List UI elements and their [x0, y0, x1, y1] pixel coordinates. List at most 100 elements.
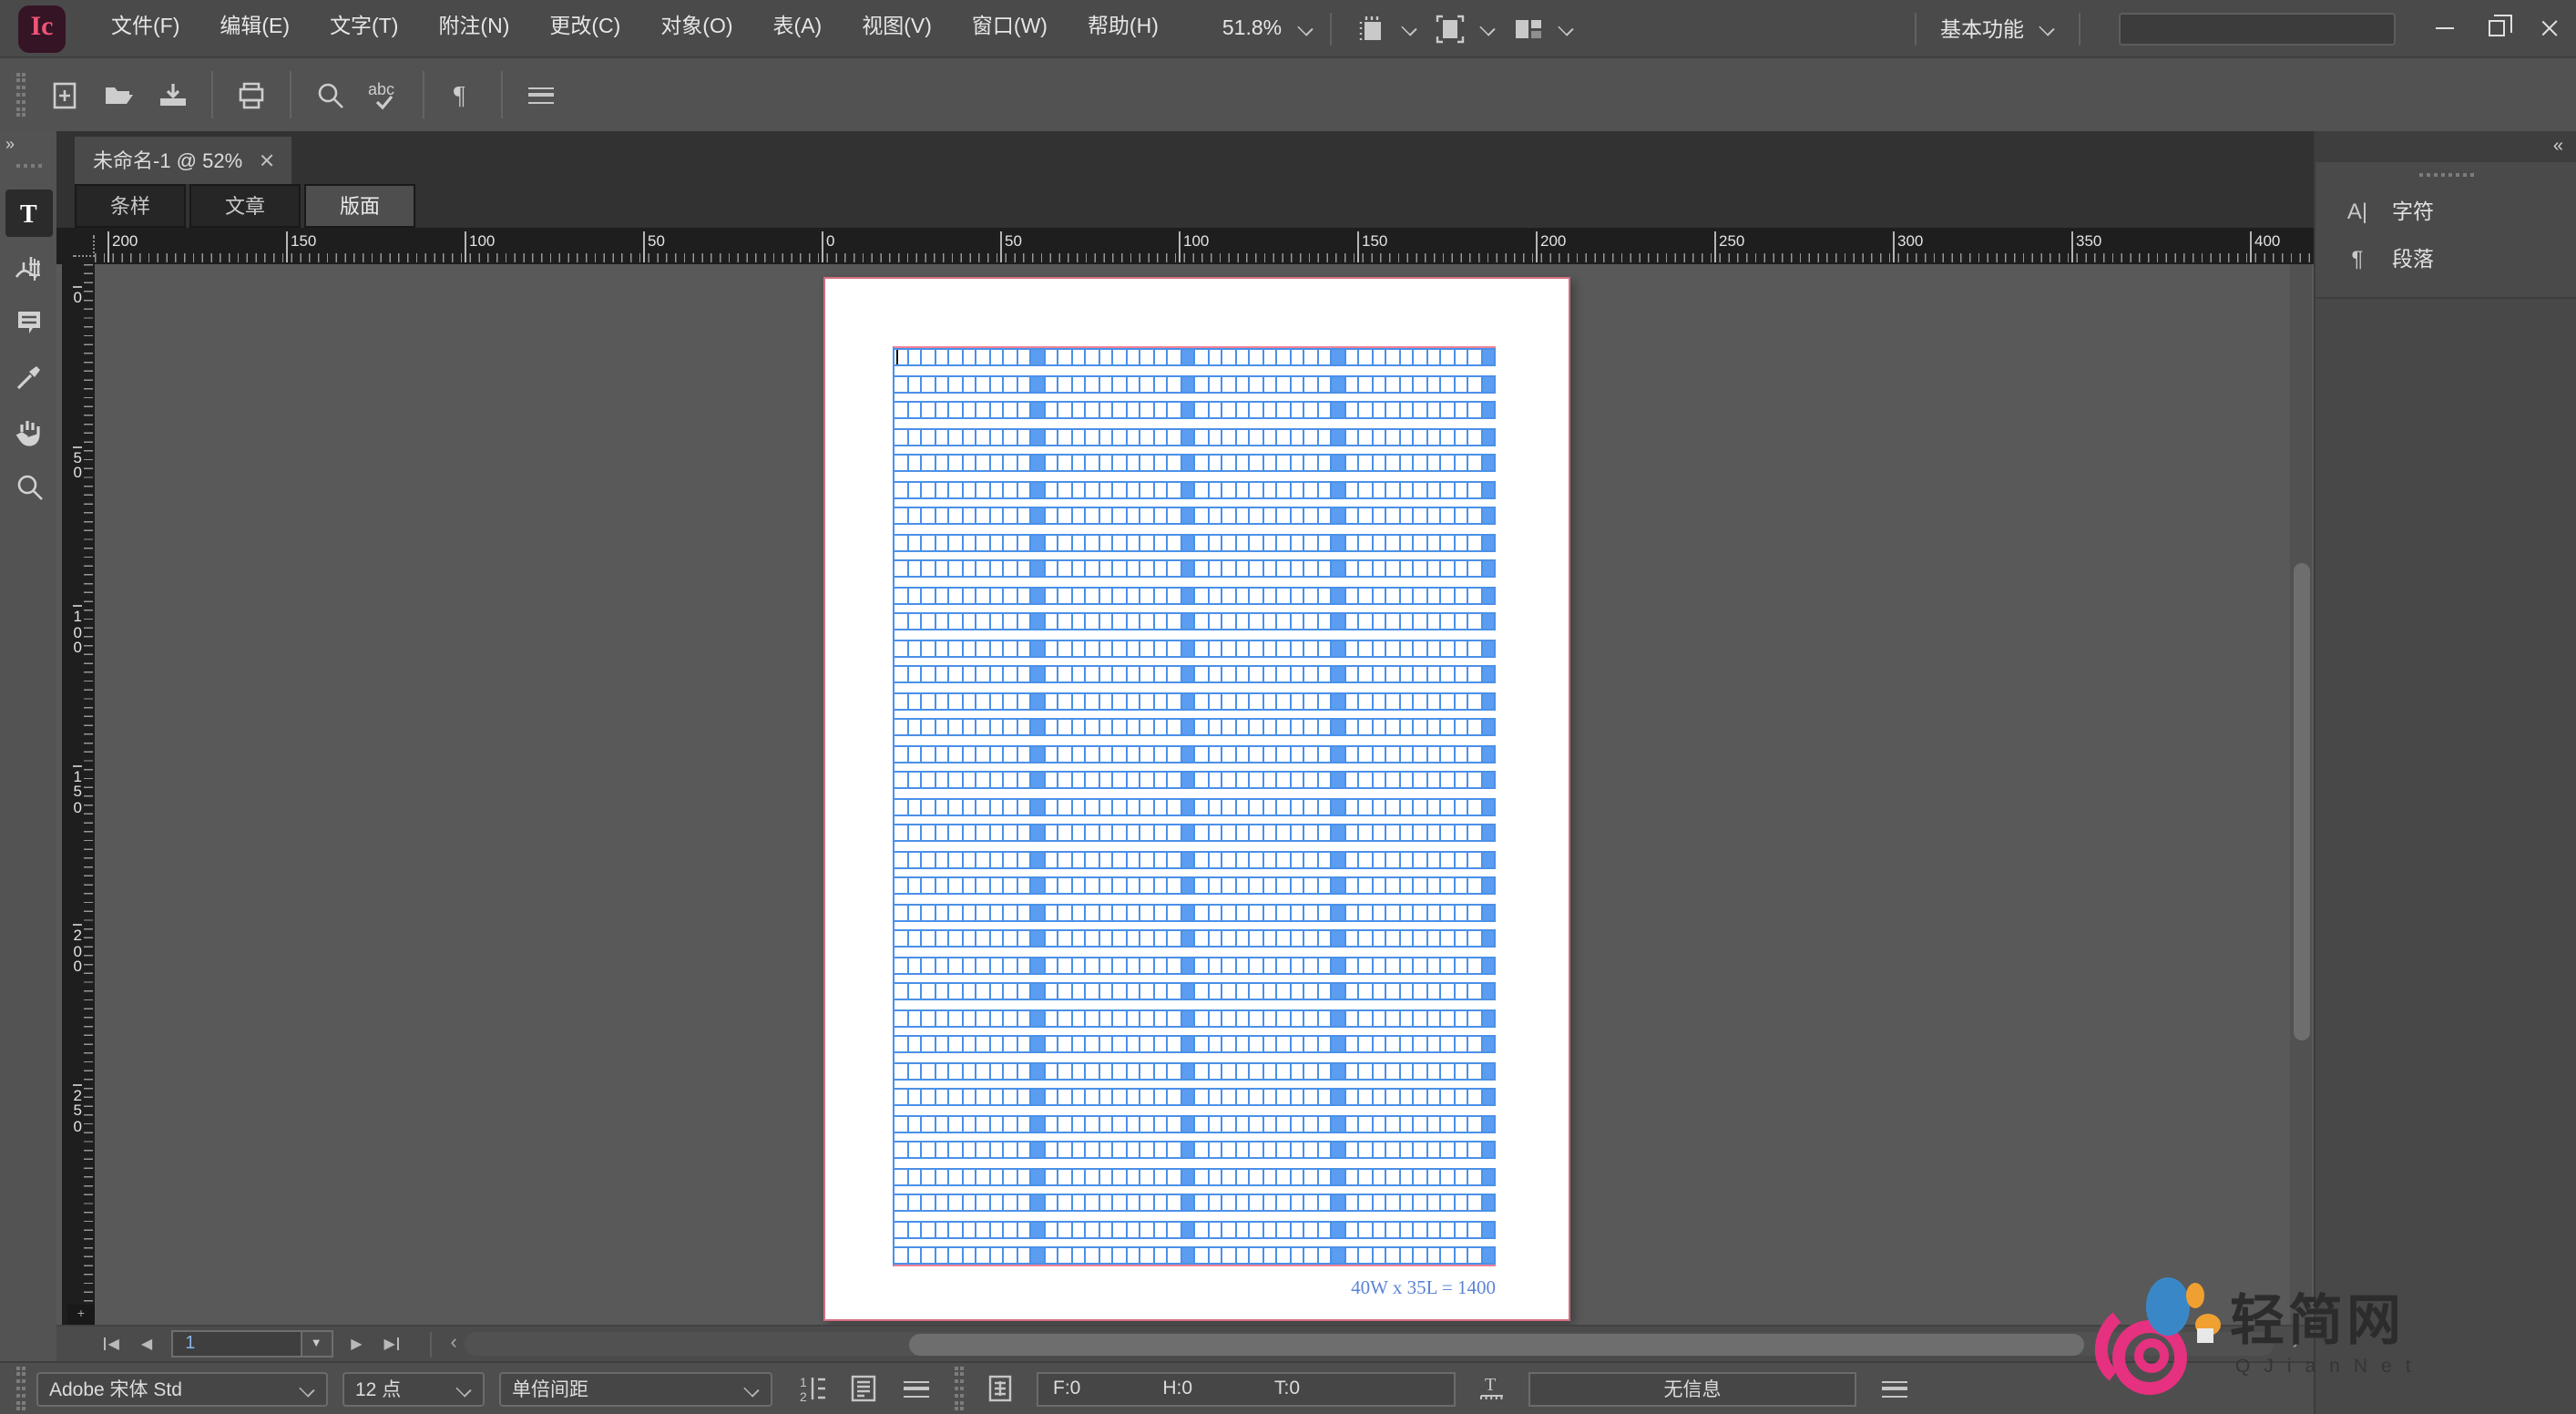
document-tab[interactable]: 未命名-1 @ 52% [75, 137, 292, 184]
view-tab-版面[interactable]: 版面 [304, 184, 415, 228]
grid-separator-cell [1332, 1220, 1345, 1238]
statusbar-menu-icon[interactable] [904, 1380, 929, 1397]
text-depth-button[interactable]: T [1470, 1368, 1514, 1409]
horizontal-scrollbar-thumb[interactable] [908, 1333, 2084, 1355]
grid-cell [1140, 692, 1154, 710]
search-button[interactable] [302, 69, 357, 120]
position-tool[interactable] [5, 244, 52, 292]
grid-separator-cell [1332, 692, 1345, 710]
restore-button[interactable] [2470, 0, 2523, 56]
scroll-left-icon[interactable]: ‹ [450, 1332, 456, 1356]
show-hidden-characters-button[interactable]: ¶ [435, 69, 490, 120]
print-button[interactable] [224, 69, 279, 120]
galley-settings-button[interactable] [842, 1368, 885, 1409]
paragraph-panel-button[interactable]: ¶ 段落 [2315, 235, 2576, 282]
workspace-switcher[interactable]: 基本功能 [1933, 14, 2062, 43]
next-page-button[interactable]: ▶ [340, 1336, 373, 1352]
grid-cell [1140, 824, 1154, 842]
grid-cell [1414, 876, 1427, 895]
tools-grip[interactable] [15, 164, 41, 171]
last-page-button[interactable]: ▶ [373, 1336, 413, 1352]
grid-cell [1318, 454, 1332, 472]
tab-close-icon[interactable] [259, 153, 273, 168]
grid-cell [1359, 1167, 1373, 1185]
menubar-menu-4[interactable]: 更改(C) [529, 0, 640, 56]
menubar-menu-1[interactable]: 编辑(E) [199, 0, 310, 56]
grid-cell [908, 1009, 922, 1027]
close-button[interactable] [2523, 0, 2576, 56]
count-panel-button[interactable] [978, 1368, 1022, 1409]
grid-cell [1045, 1167, 1058, 1185]
scroll-right-icon[interactable]: › [2293, 1332, 2299, 1356]
first-page-button[interactable]: ◀ [91, 1336, 130, 1352]
text-frame-button[interactable] [1435, 14, 1495, 43]
font-size-select[interactable]: 12 点 [342, 1371, 485, 1406]
open-folder-button[interactable] [91, 69, 146, 120]
collapse-panels-icon[interactable]: « [2553, 137, 2563, 157]
dock-grip[interactable] [2418, 173, 2473, 180]
zoom-level-value[interactable]: 51.8% [1222, 17, 1282, 39]
zoom-tool[interactable] [5, 463, 52, 510]
grid-cell [922, 1246, 935, 1265]
statusbar-grip[interactable] [16, 1367, 26, 1410]
vertical-scrollbar-thumb[interactable] [2293, 563, 2309, 1040]
menubar-menu-5[interactable]: 对象(O) [640, 0, 752, 56]
menubar-menu-8[interactable]: 窗口(W) [952, 0, 1068, 56]
leading-select[interactable]: 单倍间距 [499, 1371, 772, 1406]
grid-cell [1222, 744, 1236, 763]
view-tab-条样[interactable]: 条样 [75, 184, 186, 228]
hand-tool[interactable] [5, 408, 52, 456]
character-panel-button[interactable]: A| 字符 [2315, 188, 2576, 235]
zoom-chevron-icon[interactable] [1296, 20, 1313, 36]
grid-cell [1441, 639, 1455, 657]
grid-cell [1427, 1009, 1441, 1027]
tools-expand-button[interactable]: » [0, 131, 18, 153]
grid-cell [1373, 427, 1386, 446]
spellcheck-button[interactable]: abc [357, 69, 412, 120]
menubar-menu-2[interactable]: 文字(T) [310, 0, 418, 56]
horizontal-scrollbar[interactable] [464, 1332, 2274, 1356]
menubar-menu-9[interactable]: 帮助(H) [1068, 0, 1179, 56]
grid-cell [1236, 1141, 1250, 1159]
menubar-menu-7[interactable]: 视图(V) [842, 0, 952, 56]
grid-cell [976, 348, 990, 366]
page[interactable]: 40W x 35L = 1400 [823, 277, 1570, 1321]
save-button[interactable] [146, 69, 200, 120]
toolbar-grip[interactable] [16, 73, 26, 117]
view-options-button[interactable] [1356, 14, 1416, 43]
grid-separator-cell [1482, 850, 1496, 868]
statusbar-grip[interactable] [955, 1367, 964, 1410]
grid-cell [1277, 454, 1291, 472]
ruler-origin-icon[interactable] [73, 235, 95, 257]
statusbar-menu-icon[interactable] [1882, 1380, 1907, 1397]
vertical-scrollbar[interactable] [2290, 264, 2312, 1325]
toolbar-menu-button[interactable] [514, 69, 568, 120]
page-number-input[interactable]: 1 [170, 1330, 302, 1358]
grid-cell [1359, 1035, 1373, 1053]
menubar-menu-6[interactable]: 表(A) [753, 0, 843, 56]
screen-mode-button[interactable] [1513, 14, 1573, 43]
note-tool[interactable] [5, 299, 52, 346]
view-tab-文章[interactable]: 文章 [189, 184, 301, 228]
grid-cell [1318, 824, 1332, 842]
new-document-button[interactable] [36, 69, 91, 120]
line-spacing-button[interactable]: 12 [791, 1368, 834, 1409]
minimize-button[interactable] [2418, 0, 2470, 56]
vertical-ruler[interactable]: 05 01 0 01 5 02 0 02 5 0 [62, 264, 95, 1325]
menubar-menu-0[interactable]: 文件(F) [91, 0, 199, 56]
grid-cell [1345, 903, 1359, 921]
grid-cell [1263, 982, 1277, 1000]
font-family-select[interactable]: Adobe 宋体 Std [36, 1371, 328, 1406]
search-input[interactable] [2119, 12, 2396, 45]
page-dropdown-button[interactable]: ▼ [302, 1330, 333, 1358]
horizontal-ruler[interactable]: 200 150 100 50 0 50 100 150 200 250 300 350 400 [56, 228, 2314, 264]
grid-cell [1345, 348, 1359, 366]
document-canvas[interactable]: 05 01 0 01 5 02 0 02 5 0 + 40W x 35L = 1… [56, 264, 2314, 1325]
previous-page-button[interactable]: ◀ [130, 1336, 163, 1352]
grid-cell [1222, 876, 1236, 895]
eyedropper-tool[interactable] [5, 354, 52, 401]
menubar-menu-3[interactable]: 附注(N) [418, 0, 529, 56]
manuscript-grid[interactable] [893, 346, 1496, 1266]
grid-separator-cell [1482, 427, 1496, 446]
type-tool[interactable]: T [5, 190, 52, 237]
